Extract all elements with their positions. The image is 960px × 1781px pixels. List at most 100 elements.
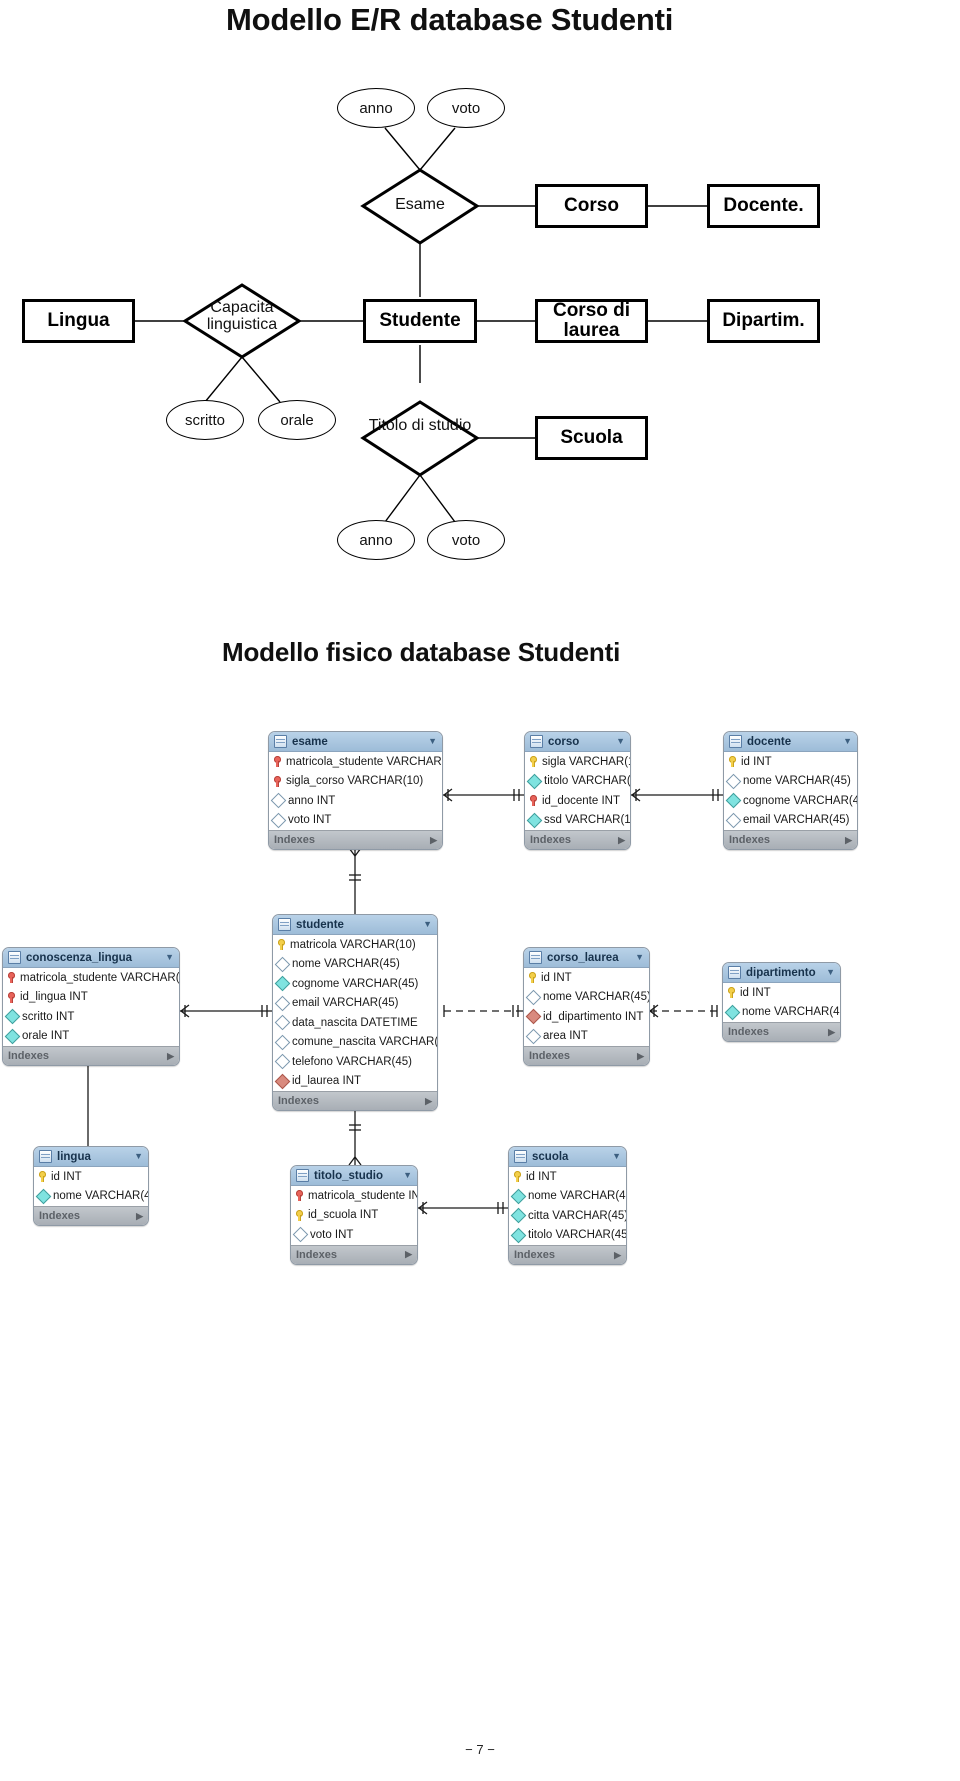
chevron-right-icon[interactable]: ▶ [430, 835, 437, 846]
table-column[interactable]: matricola_studente VARCHAR(10) [269, 752, 442, 772]
not-null-column-icon [526, 812, 543, 829]
table-column[interactable]: matricola_studente INT [291, 1186, 417, 1206]
table-header-studente[interactable]: studente ▼ [273, 915, 437, 935]
chevron-right-icon[interactable]: ▶ [136, 1211, 143, 1222]
table-corso-laurea[interactable]: corso_laurea ▼ id INT nome VARCHAR(45) i… [523, 947, 650, 1066]
table-column[interactable]: nome VARCHAR(45) [34, 1186, 148, 1206]
chevron-down-icon[interactable]: ▼ [423, 920, 432, 929]
table-column[interactable]: id_laurea INT [273, 1071, 437, 1091]
table-column[interactable]: ssd VARCHAR(10) [525, 810, 630, 830]
column-label: id INT [741, 755, 772, 768]
chevron-down-icon[interactable]: ▼ [843, 737, 852, 746]
indexes-section-conoscenza-lingua[interactable]: Indexes ▶ [3, 1046, 179, 1065]
not-null-column-icon [526, 773, 543, 790]
table-header-titolo-studio[interactable]: titolo_studio ▼ [291, 1166, 417, 1186]
table-column[interactable]: nome VARCHAR(45) [509, 1186, 626, 1206]
table-scuola[interactable]: scuola ▼ id INT nome VARCHAR(45) citta V… [508, 1146, 627, 1265]
indexes-section-corso[interactable]: Indexes ▶ [525, 830, 630, 849]
table-esame[interactable]: esame ▼ matricola_studente VARCHAR(10) s… [268, 731, 443, 850]
chevron-right-icon[interactable]: ▶ [845, 835, 852, 846]
table-column[interactable]: nome VARCHAR(45) [524, 987, 649, 1007]
table-column[interactable]: voto INT [269, 810, 442, 830]
table-column[interactable]: id INT [34, 1167, 148, 1187]
indexes-section-docente[interactable]: Indexes ▶ [724, 830, 857, 849]
chevron-down-icon[interactable]: ▼ [826, 968, 835, 977]
table-column[interactable]: id_scuola INT [291, 1205, 417, 1225]
table-column[interactable]: area INT [524, 1026, 649, 1046]
table-lingua[interactable]: lingua ▼ id INT nome VARCHAR(45) Indexes… [33, 1146, 149, 1226]
indexes-section-scuola[interactable]: Indexes ▶ [509, 1245, 626, 1264]
column-label: id_dipartimento INT [543, 1010, 644, 1023]
table-header-corso-laurea[interactable]: corso_laurea ▼ [524, 948, 649, 968]
table-dipartimento[interactable]: dipartimento ▼ id INT nome VARCHAR(45) I… [722, 962, 841, 1042]
chevron-down-icon[interactable]: ▼ [403, 1171, 412, 1180]
table-column[interactable]: id INT [524, 968, 649, 988]
table-column[interactable]: cognome VARCHAR(45) [273, 974, 437, 994]
chevron-down-icon[interactable]: ▼ [165, 953, 174, 962]
table-column[interactable]: orale INT [3, 1026, 179, 1046]
er-attribute-scritto: scritto [166, 400, 244, 440]
table-column[interactable]: telefono VARCHAR(45) [273, 1052, 437, 1072]
table-column[interactable]: sigla VARCHAR(10) [525, 752, 630, 772]
table-column[interactable]: sigla_corso VARCHAR(10) [269, 771, 442, 791]
chevron-down-icon[interactable]: ▼ [428, 737, 437, 746]
table-column[interactable]: nome VARCHAR(45) [273, 954, 437, 974]
chevron-right-icon[interactable]: ▶ [405, 1249, 412, 1260]
chevron-right-icon[interactable]: ▶ [618, 835, 625, 846]
table-column[interactable]: scritto INT [3, 1007, 179, 1027]
chevron-down-icon[interactable]: ▼ [612, 1152, 621, 1161]
indexes-label: Indexes [728, 1026, 769, 1038]
table-column[interactable]: nome VARCHAR(45) [724, 771, 857, 791]
table-column[interactable]: comune_nascita VARCHAR(45) [273, 1032, 437, 1052]
table-column[interactable]: titolo VARCHAR(45) [509, 1225, 626, 1245]
indexes-label: Indexes [8, 1050, 49, 1062]
table-docente[interactable]: docente ▼ id INT nome VARCHAR(45) cognom… [723, 731, 858, 850]
table-header-dipartimento[interactable]: dipartimento ▼ [723, 963, 840, 983]
indexes-section-corso-laurea[interactable]: Indexes ▶ [524, 1046, 649, 1065]
table-column[interactable]: citta VARCHAR(45) [509, 1206, 626, 1226]
table-header-esame[interactable]: esame ▼ [269, 732, 442, 752]
chevron-right-icon[interactable]: ▶ [637, 1051, 644, 1062]
chevron-right-icon[interactable]: ▶ [425, 1096, 432, 1107]
chevron-down-icon[interactable]: ▼ [616, 737, 625, 746]
table-column[interactable]: email VARCHAR(45) [724, 810, 857, 830]
table-column[interactable]: id INT [724, 752, 857, 772]
table-column[interactable]: id_lingua INT [3, 987, 179, 1007]
table-column[interactable]: email VARCHAR(45) [273, 993, 437, 1013]
indexes-section-esame[interactable]: Indexes ▶ [269, 830, 442, 849]
chevron-right-icon[interactable]: ▶ [828, 1027, 835, 1038]
nullable-column-icon [725, 773, 742, 790]
chevron-right-icon[interactable]: ▶ [614, 1250, 621, 1261]
table-column[interactable]: matricola VARCHAR(10) [273, 935, 437, 955]
table-header-scuola[interactable]: scuola ▼ [509, 1147, 626, 1167]
table-column[interactable]: nome VARCHAR(45) [723, 1002, 840, 1022]
indexes-section-titolo-studio[interactable]: Indexes ▶ [291, 1244, 417, 1264]
table-header-corso[interactable]: corso ▼ [525, 732, 630, 752]
chevron-right-icon[interactable]: ▶ [167, 1051, 174, 1062]
table-column[interactable]: voto INT [291, 1225, 417, 1245]
table-column[interactable]: id_docente INT [525, 791, 630, 811]
table-column[interactable]: matricola_studente VARCHAR(10) [3, 968, 179, 988]
table-titolo-studio[interactable]: titolo_studio ▼ matricola_studente INT i… [290, 1165, 418, 1265]
chevron-down-icon[interactable]: ▼ [635, 953, 644, 962]
column-label: voto INT [310, 1228, 354, 1241]
table-column[interactable]: titolo VARCHAR(45) [525, 771, 630, 791]
table-column[interactable]: cognome VARCHAR(45) [724, 791, 857, 811]
indexes-section-dipartimento[interactable]: Indexes ▶ [723, 1022, 840, 1041]
table-corso[interactable]: corso ▼ sigla VARCHAR(10) titolo VARCHAR… [524, 731, 631, 850]
table-header-lingua[interactable]: lingua ▼ [34, 1147, 148, 1167]
chevron-down-icon[interactable]: ▼ [134, 1152, 143, 1161]
table-column[interactable]: data_nascita DATETIME [273, 1013, 437, 1033]
not-null-column-icon [4, 1008, 21, 1025]
indexes-section-lingua[interactable]: Indexes ▶ [34, 1206, 148, 1225]
primary-key-icon [295, 1209, 304, 1221]
table-header-docente[interactable]: docente ▼ [724, 732, 857, 752]
table-column[interactable]: id_dipartimento INT [524, 1007, 649, 1027]
table-studente[interactable]: studente ▼ matricola VARCHAR(10) nome VA… [272, 914, 438, 1111]
table-conoscenza-lingua[interactable]: conoscenza_lingua ▼ matricola_studente V… [2, 947, 180, 1066]
table-column[interactable]: anno INT [269, 791, 442, 811]
indexes-section-studente[interactable]: Indexes ▶ [273, 1091, 437, 1110]
table-column[interactable]: id INT [509, 1167, 626, 1187]
table-header-conoscenza-lingua[interactable]: conoscenza_lingua ▼ [3, 948, 179, 968]
table-column[interactable]: id INT [723, 983, 840, 1003]
